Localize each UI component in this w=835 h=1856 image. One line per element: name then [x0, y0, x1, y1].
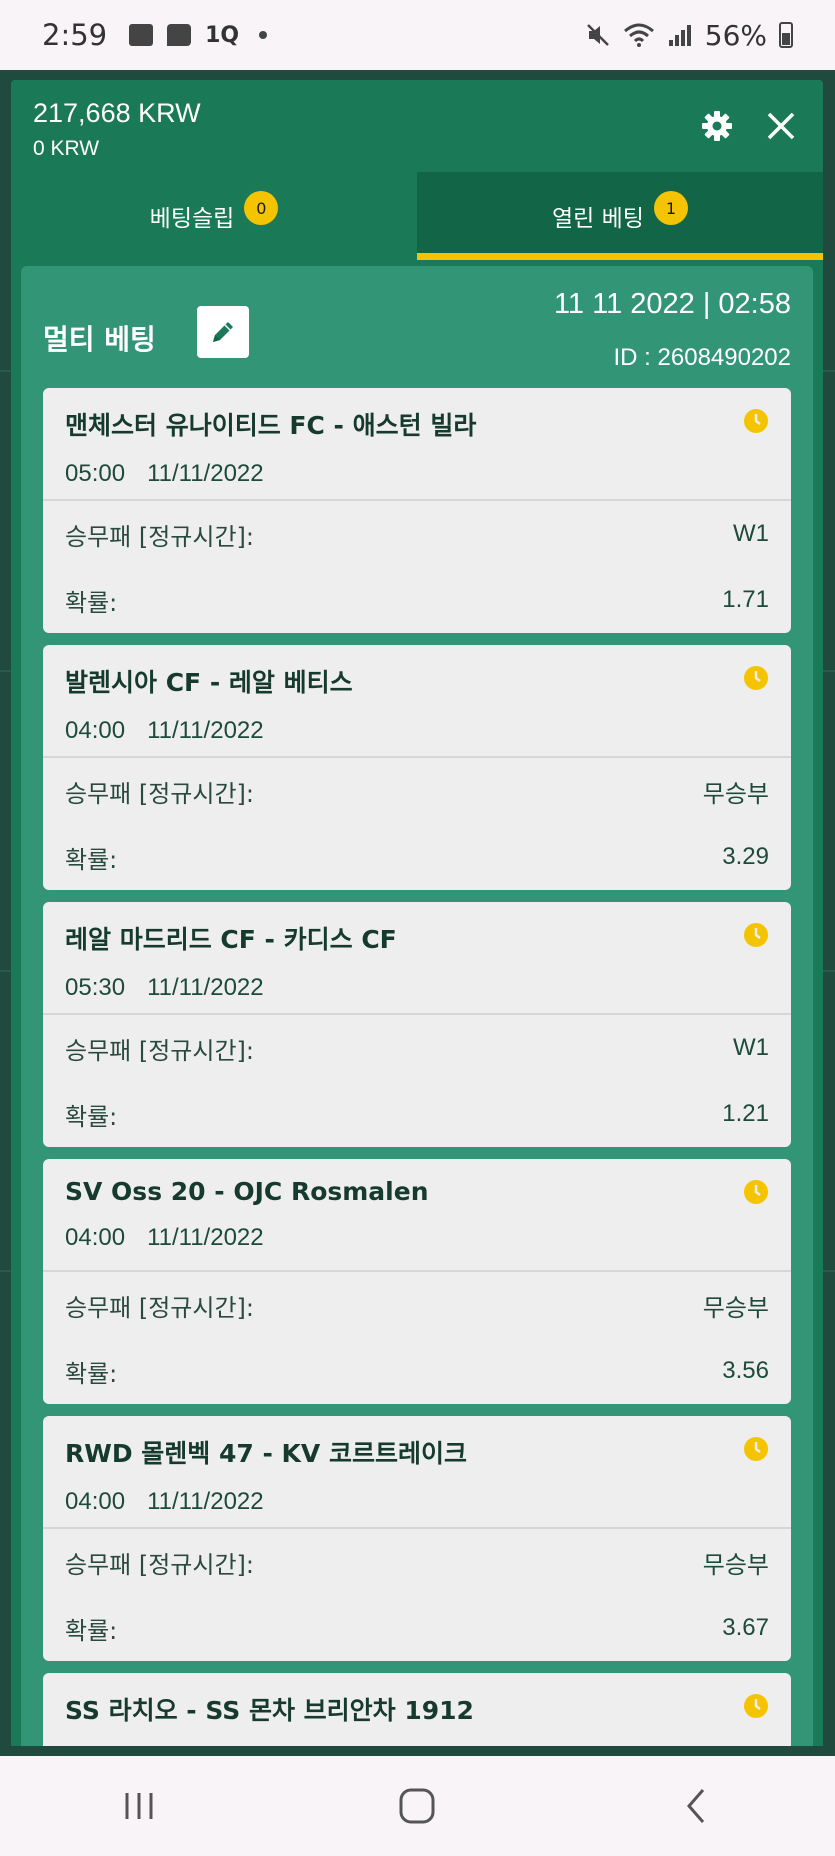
- odds-label: 확률:: [65, 1102, 118, 1131]
- bet-datetime: 11 11 2022 | 02:58: [553, 288, 791, 320]
- selection-card: SS 라치오 - SS 몬차 브리안차 1912: [43, 1673, 791, 1746]
- navigation-bar: [0, 1756, 835, 1856]
- tab-open-bets[interactable]: 열린 베팅 1: [417, 172, 823, 260]
- clock-icon: [744, 1180, 768, 1204]
- count-badge: 0: [244, 191, 279, 225]
- wifi-icon: [623, 23, 654, 47]
- market-label: 승무패 [정규시간]:: [65, 1293, 255, 1322]
- selection-odds: 3.56: [722, 1357, 769, 1384]
- odds-label: 확률:: [65, 845, 118, 874]
- selection-pick: 무승부: [702, 1551, 769, 1579]
- tab-bet-slip[interactable]: 베팅슬립 0: [11, 172, 417, 260]
- home-button[interactable]: [387, 1776, 447, 1836]
- match-teams: SV Oss 20 - OJC Rosmalen: [65, 1177, 429, 1206]
- bet-slip-modal: 217,668 KRW 0 KRW 베팅슬립 0 열린 베팅 1 멀티 베팅 1…: [11, 80, 823, 1746]
- signal-icon: [668, 25, 691, 46]
- back-button[interactable]: [666, 1776, 726, 1836]
- status-bar: 2:59 1Q 56%: [0, 0, 835, 70]
- bet-id: ID : 2608490202: [613, 344, 791, 371]
- selection-pick: W1: [733, 1034, 769, 1061]
- odds-label: 확률:: [65, 588, 118, 617]
- open-bet-panel: 멀티 베팅 11 11 2022 | 02:58 ID : 2608490202…: [21, 266, 813, 1746]
- battery-icon: [779, 22, 793, 48]
- close-icon[interactable]: [761, 106, 801, 146]
- market-label: 승무패 [정규시간]:: [65, 1036, 255, 1065]
- mute-icon: [586, 24, 609, 46]
- modal-header: 217,668 KRW 0 KRW: [11, 80, 823, 172]
- match-time: 04:00 11/11/2022: [65, 717, 264, 744]
- home-icon: [399, 1788, 435, 1824]
- market-label: 승무패 [정규시간]:: [65, 779, 255, 808]
- match-time: 04:00 11/11/2022: [65, 1224, 264, 1251]
- selection-pick: W1: [733, 520, 769, 547]
- notification-dot-icon: [259, 31, 268, 39]
- recent-apps-icon: [125, 1793, 153, 1819]
- bonus-balance: 0 KRW: [33, 137, 100, 160]
- bet-header: 멀티 베팅 11 11 2022 | 02:58 ID : 2608490202: [43, 266, 791, 388]
- back-icon: [686, 1789, 704, 1823]
- clock-icon: [744, 1694, 768, 1718]
- clock-icon: [744, 666, 768, 690]
- clock-icon: [744, 1437, 768, 1461]
- selection-pick: 무승부: [702, 1294, 769, 1322]
- selection-card: 발렌시아 CF - 레알 베티스 04:00 11/11/2022 승무패 [정규…: [43, 645, 791, 890]
- selection-odds: 1.71: [722, 586, 769, 613]
- match-time: 05:30 11/11/2022: [65, 974, 264, 1001]
- status-time: 2:59: [42, 18, 108, 52]
- gear-icon[interactable]: [701, 110, 733, 142]
- bet-type-title: 멀티 베팅: [43, 323, 156, 356]
- selection-pick: 무승부: [702, 780, 769, 808]
- tab-label: 베팅슬립: [149, 206, 235, 232]
- selection-card: SV Oss 20 - OJC Rosmalen 04:00 11/11/2022…: [43, 1159, 791, 1404]
- tab-label: 열린 베팅: [552, 206, 644, 232]
- match-time: 05:00 11/11/2022: [65, 460, 264, 487]
- carrier-label: 1Q: [205, 22, 240, 48]
- odds-label: 확률:: [65, 1359, 118, 1388]
- selection-odds: 1.21: [722, 1100, 769, 1127]
- recent-apps-button[interactable]: [109, 1776, 169, 1836]
- message-icon: [167, 24, 192, 46]
- count-badge: 1: [653, 191, 688, 225]
- match-teams: 레알 마드리드 CF - 카디스 CF: [65, 925, 397, 954]
- bet-tabs: 베팅슬립 0 열린 베팅 1: [11, 172, 823, 260]
- market-label: 승무패 [정규시간]:: [65, 522, 255, 551]
- battery-percent: 56%: [704, 18, 767, 52]
- selection-card: 맨체스터 유나이티드 FC - 애스턴 빌라 05:00 11/11/2022 승…: [43, 388, 791, 633]
- selection-odds: 3.67: [722, 1614, 769, 1641]
- gallery-icon: [129, 24, 154, 46]
- odds-label: 확률:: [65, 1616, 118, 1645]
- match-teams: RWD 몰렌벡 47 - KV 코르트레이크: [65, 1439, 467, 1468]
- selection-card: 레알 마드리드 CF - 카디스 CF 05:30 11/11/2022 승무패 …: [43, 902, 791, 1147]
- clock-icon: [744, 923, 768, 947]
- market-label: 승무패 [정규시간]:: [65, 1550, 255, 1579]
- selection-odds: 3.29: [722, 843, 769, 870]
- match-time: [65, 1745, 769, 1746]
- match-teams: 발렌시아 CF - 레알 베티스: [65, 668, 353, 697]
- clock-icon: [744, 409, 768, 433]
- edit-button[interactable]: [197, 306, 249, 358]
- match-teams: 맨체스터 유나이티드 FC - 애스턴 빌라: [65, 411, 477, 440]
- pencil-icon: [213, 322, 233, 342]
- account-balance: 217,668 KRW: [33, 98, 201, 128]
- match-teams: SS 라치오 - SS 몬차 브리안차 1912: [65, 1696, 474, 1725]
- match-time: 04:00 11/11/2022: [65, 1488, 264, 1515]
- selection-card: RWD 몰렌벡 47 - KV 코르트레이크 04:00 11/11/2022 승…: [43, 1416, 791, 1661]
